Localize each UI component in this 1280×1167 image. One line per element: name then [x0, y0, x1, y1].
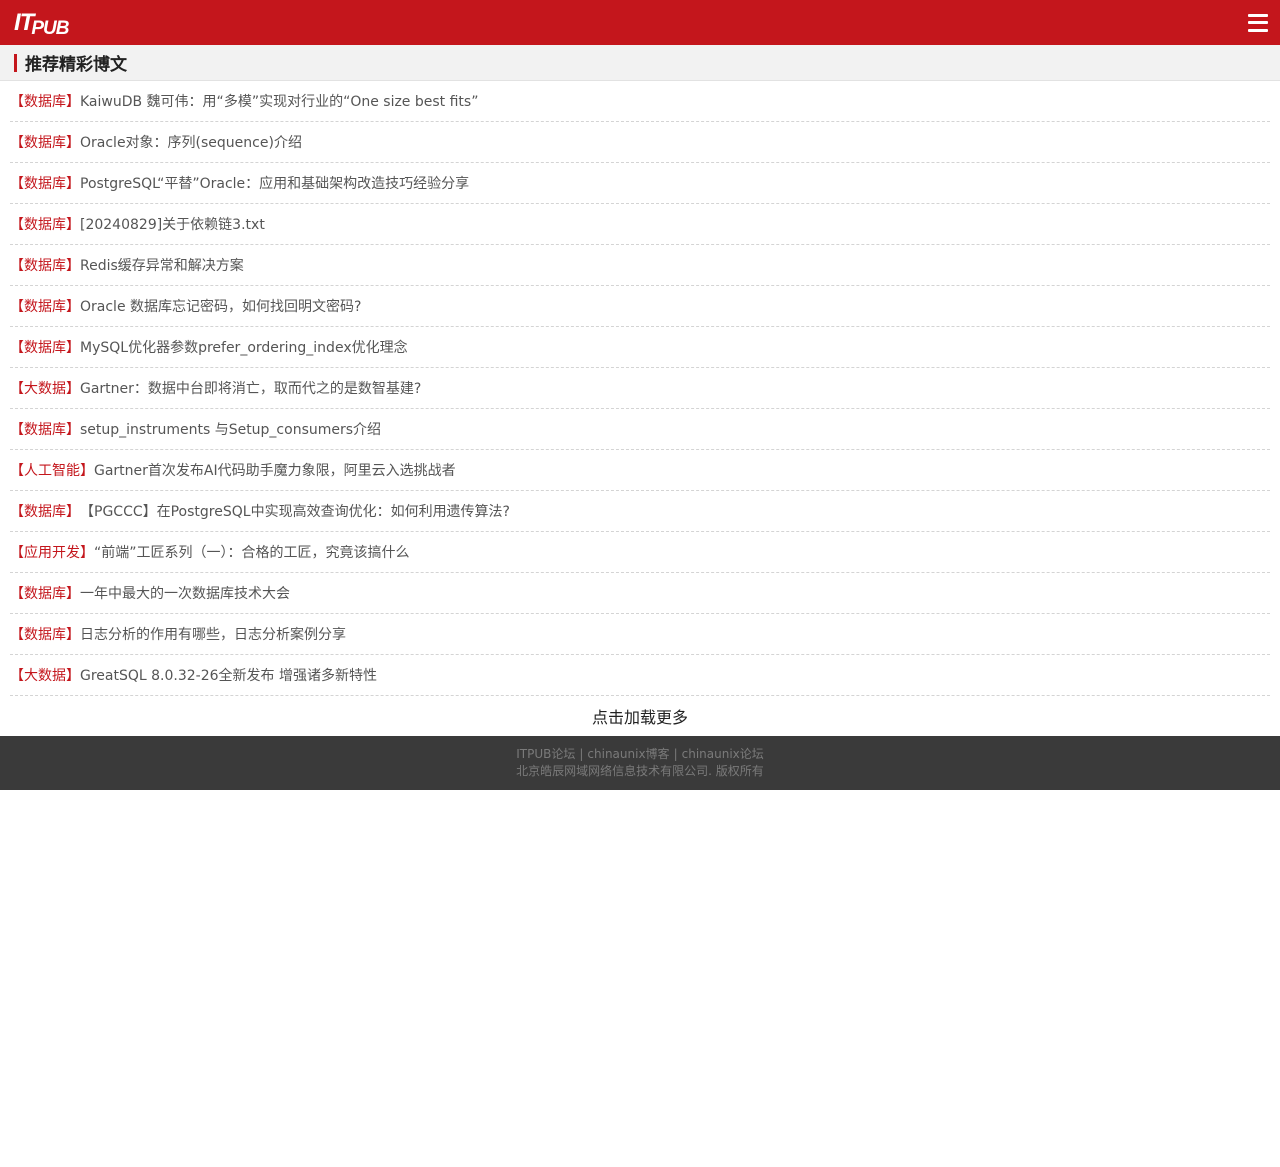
- load-more-button[interactable]: 点击加载更多: [0, 696, 1280, 736]
- article-title-link[interactable]: setup_instruments 与Setup_consumers介绍: [80, 419, 381, 439]
- article-category[interactable]: 【数据库】: [10, 624, 80, 644]
- article-title-link[interactable]: 【PGCCC】在PostgreSQL中实现高效查询优化：如何利用遗传算法?: [80, 501, 510, 521]
- article-category[interactable]: 【数据库】: [10, 501, 80, 521]
- logo-pub-text: PUB: [31, 17, 69, 39]
- footer-link-chinaunix-blog[interactable]: chinaunix博客: [587, 747, 669, 761]
- article-title-link[interactable]: 日志分析的作用有哪些，日志分析案例分享: [80, 624, 346, 644]
- article-category[interactable]: 【应用开发】: [10, 542, 94, 562]
- article-item[interactable]: 【应用开发】 “前端”工匠系列（一）：合格的工匠，究竟该搞什么: [10, 532, 1270, 573]
- article-item[interactable]: 【数据库】 一年中最大的一次数据库技术大会: [10, 573, 1270, 614]
- article-title-link[interactable]: Oracle对象：序列(sequence)介绍: [80, 132, 302, 152]
- article-item[interactable]: 【大数据】 GreatSQL 8.0.32-26全新发布 增强诸多新特性: [10, 655, 1270, 696]
- article-item[interactable]: 【大数据】 Gartner：数据中台即将消亡，取而代之的是数智基建?: [10, 368, 1270, 409]
- article-title-link[interactable]: PostgreSQL“平替”Oracle：应用和基础架构改造技巧经验分享: [80, 173, 469, 193]
- article-item[interactable]: 【数据库】 Oracle 数据库忘记密码，如何找回明文密码?: [10, 286, 1270, 327]
- article-item[interactable]: 【人工智能】 Gartner首次发布AI代码助手魔力象限，阿里云入选挑战者: [10, 450, 1270, 491]
- article-title-link[interactable]: Redis缓存异常和解决方案: [80, 255, 244, 275]
- article-title-link[interactable]: Oracle 数据库忘记密码，如何找回明文密码?: [80, 296, 361, 316]
- footer-links: ITPUB论坛 | chinaunix博客 | chinaunix论坛: [516, 746, 764, 763]
- section-accent-bar: [14, 53, 17, 72]
- hamburger-menu-icon[interactable]: [1248, 13, 1268, 32]
- article-category[interactable]: 【数据库】: [10, 583, 80, 603]
- footer-separator: |: [673, 747, 678, 761]
- article-list: 【数据库】 KaiwuDB 魏可伟：用“多模”实现对行业的“One size be…: [0, 81, 1280, 696]
- article-category[interactable]: 【数据库】: [10, 214, 80, 234]
- top-bar: IT PUB: [0, 0, 1280, 45]
- article-category[interactable]: 【大数据】: [10, 665, 80, 685]
- article-title-link[interactable]: MySQL优化器参数prefer_ordering_index优化理念: [80, 337, 408, 357]
- article-item[interactable]: 【数据库】 日志分析的作用有哪些，日志分析案例分享: [10, 614, 1270, 655]
- article-item[interactable]: 【数据库】 MySQL优化器参数prefer_ordering_index优化理念: [10, 327, 1270, 368]
- article-category[interactable]: 【人工智能】: [10, 460, 94, 480]
- article-title-link[interactable]: [20240829]关于依赖链3.txt: [80, 214, 265, 234]
- article-category[interactable]: 【数据库】: [10, 91, 80, 111]
- article-title-link[interactable]: KaiwuDB 魏可伟：用“多模”实现对行业的“One size best fi…: [80, 91, 478, 111]
- article-category[interactable]: 【数据库】: [10, 296, 80, 316]
- article-item[interactable]: 【数据库】 【PGCCC】在PostgreSQL中实现高效查询优化：如何利用遗传算…: [10, 491, 1270, 532]
- article-item[interactable]: 【数据库】 setup_instruments 与Setup_consumers介…: [10, 409, 1270, 450]
- article-category[interactable]: 【数据库】: [10, 173, 80, 193]
- article-item[interactable]: 【数据库】 Redis缓存异常和解决方案: [10, 245, 1270, 286]
- article-title-link[interactable]: GreatSQL 8.0.32-26全新发布 增强诸多新特性: [80, 665, 377, 685]
- article-item[interactable]: 【数据库】 PostgreSQL“平替”Oracle：应用和基础架构改造技巧经验分…: [10, 163, 1270, 204]
- footer: ITPUB论坛 | chinaunix博客 | chinaunix论坛 北京皓辰网域网络…: [0, 736, 1280, 790]
- article-item[interactable]: 【数据库】 KaiwuDB 魏可伟：用“多模”实现对行业的“One size be…: [10, 81, 1270, 122]
- footer-copyright: 北京皓辰网域网络信息技术有限公司. 版权所有: [516, 764, 764, 778]
- footer-link-itpub-forum[interactable]: ITPUB论坛: [516, 747, 575, 761]
- article-category[interactable]: 【数据库】: [10, 255, 80, 275]
- article-category[interactable]: 【数据库】: [10, 337, 80, 357]
- article-item[interactable]: 【数据库】 Oracle对象：序列(sequence)介绍: [10, 122, 1270, 163]
- article-title-link[interactable]: Gartner首次发布AI代码助手魔力象限，阿里云入选挑战者: [94, 460, 456, 480]
- footer-link-chinaunix-forum[interactable]: chinaunix论坛: [682, 747, 764, 761]
- article-item[interactable]: 【数据库】 [20240829]关于依赖链3.txt: [10, 204, 1270, 245]
- footer-separator: |: [579, 747, 584, 761]
- article-title-link[interactable]: “前端”工匠系列（一）：合格的工匠，究竟该搞什么: [94, 542, 410, 562]
- section-title: 推荐精彩博文: [25, 55, 127, 75]
- section-header: 推荐精彩博文: [0, 45, 1280, 81]
- article-category[interactable]: 【大数据】: [10, 378, 80, 398]
- article-title-link[interactable]: 一年中最大的一次数据库技术大会: [80, 583, 290, 603]
- itpub-logo[interactable]: IT PUB: [14, 10, 69, 39]
- article-title-link[interactable]: Gartner：数据中台即将消亡，取而代之的是数智基建?: [80, 378, 421, 398]
- article-category[interactable]: 【数据库】: [10, 419, 80, 439]
- article-category[interactable]: 【数据库】: [10, 132, 80, 152]
